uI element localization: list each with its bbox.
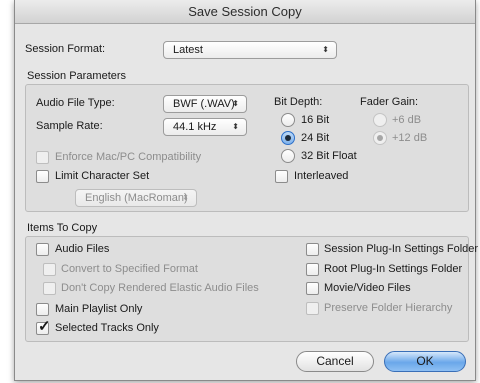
enforce-compat-checkbox[interactable]: [36, 151, 49, 164]
limit-charset-checkbox[interactable]: [36, 170, 49, 183]
preserve-folder-hierarchy-label: Preserve Folder Hierarchy: [324, 302, 453, 314]
bit-depth-32f-label: 32 Bit Float: [301, 150, 357, 162]
popup-arrows-icon: ⬍: [232, 99, 239, 108]
fader-gain-12-label: +12 dB: [392, 132, 428, 144]
sample-rate-label: Sample Rate:: [36, 120, 103, 132]
main-playlist-only-label: Main Playlist Only: [55, 303, 143, 315]
sample-rate-popup[interactable]: 44.1 kHz ⬍: [163, 118, 247, 136]
convert-format-checkbox[interactable]: [43, 263, 56, 276]
bit-depth-24-label: 24 Bit: [301, 132, 330, 144]
fader-gain-12-radio[interactable]: [373, 131, 387, 145]
ok-button[interactable]: OK: [384, 351, 466, 372]
save-session-copy-dialog: Save Session Copy Session Format: Latest…: [14, 0, 479, 381]
session-plugin-settings-checkbox[interactable]: [306, 243, 319, 256]
charset-popup[interactable]: English (MacRoman) ⬍: [75, 189, 197, 207]
interleaved-checkbox[interactable]: [275, 170, 288, 183]
enforce-compat-label: Enforce Mac/PC Compatibility: [55, 151, 202, 163]
audio-file-type-label: Audio File Type:: [36, 97, 115, 109]
session-format-popup[interactable]: Latest ⬍: [163, 41, 337, 59]
bit-depth-16-radio[interactable]: [281, 113, 295, 127]
items-to-copy-title: Items To Copy: [27, 222, 98, 234]
root-plugin-settings-label: Root Plug-In Settings Folder: [324, 263, 463, 275]
fader-gain-6-radio[interactable]: [373, 113, 387, 127]
session-parameters-title: Session Parameters: [27, 70, 127, 82]
radio-dot-icon: [285, 135, 291, 141]
checkmark-icon: ✓: [38, 318, 51, 335]
session-plugin-settings-label: Session Plug-In Settings Folder: [324, 243, 479, 255]
bit-depth-16-label: 16 Bit: [301, 114, 330, 126]
interleaved-label: Interleaved: [294, 170, 349, 182]
limit-charset-label: Limit Character Set: [55, 170, 150, 182]
popup-arrows-icon: ⬍: [322, 45, 329, 54]
movie-video-files-checkbox[interactable]: [306, 282, 319, 295]
charset-value: English (MacRoman): [85, 192, 188, 204]
main-playlist-only-checkbox[interactable]: [36, 303, 49, 316]
audio-file-type-popup[interactable]: BWF (.WAV) ⬍: [163, 95, 247, 113]
movie-video-files-label: Movie/Video Files: [324, 282, 411, 294]
session-format-label: Session Format:: [25, 43, 106, 55]
popup-arrows-icon: ⬍: [232, 122, 239, 131]
bit-depth-32f-radio[interactable]: [281, 149, 295, 163]
dialog-title: Save Session Copy: [15, 0, 475, 24]
popup-arrows-icon: ⬍: [182, 193, 189, 202]
selected-tracks-only-checkbox[interactable]: ✓: [36, 318, 51, 335]
fader-gain-label: Fader Gain:: [360, 96, 419, 108]
radio-dot-icon: [377, 135, 383, 141]
bit-depth-24-radio[interactable]: [281, 131, 295, 145]
bit-depth-label: Bit Depth:: [274, 96, 323, 108]
dont-copy-elastic-label: Don't Copy Rendered Elastic Audio Files: [61, 282, 259, 294]
fader-gain-6-label: +6 dB: [392, 114, 422, 126]
dont-copy-elastic-checkbox[interactable]: [43, 282, 56, 295]
cancel-button[interactable]: Cancel: [296, 351, 374, 372]
audio-file-type-value: BWF (.WAV): [173, 98, 235, 110]
sample-rate-value: 44.1 kHz: [173, 121, 217, 133]
selected-tracks-only-label: Selected Tracks Only: [55, 322, 159, 334]
session-format-value: Latest: [173, 44, 203, 56]
convert-format-label: Convert to Specified Format: [61, 263, 198, 275]
audio-files-label: Audio Files: [55, 243, 110, 255]
preserve-folder-hierarchy-checkbox[interactable]: [306, 302, 319, 315]
root-plugin-settings-checkbox[interactable]: [306, 263, 319, 276]
audio-files-checkbox[interactable]: [36, 243, 49, 256]
